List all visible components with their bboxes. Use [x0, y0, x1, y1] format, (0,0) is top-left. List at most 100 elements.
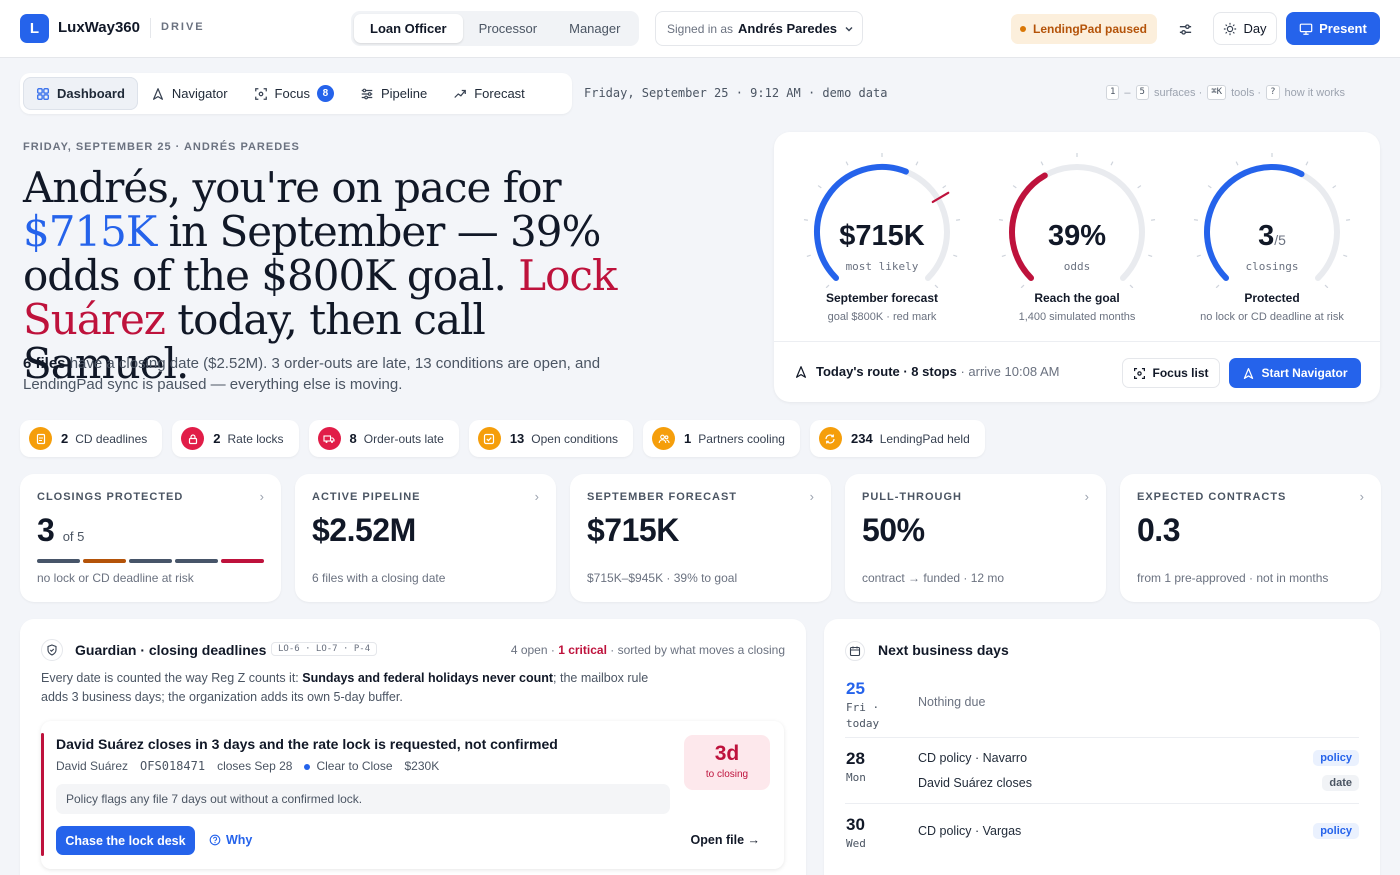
kpi-value: $715K	[587, 512, 679, 548]
chip-count: 1	[684, 431, 692, 446]
headline-amount: $715K	[23, 207, 157, 256]
role-loan-officer[interactable]: Loan Officer	[354, 14, 463, 43]
chip-label: LendingPad held	[879, 431, 970, 446]
start-navigator-label: Start Navigator	[1261, 366, 1348, 380]
key-cmd-k[interactable]: ⌘K	[1207, 85, 1227, 100]
gauge-tick	[1305, 161, 1309, 166]
kpi-label: CLOSINGS PROTECTED	[37, 491, 184, 503]
nav-navigator[interactable]: Navigator	[138, 77, 241, 110]
kpi-value: 50%	[862, 512, 925, 548]
role-processor[interactable]: Processor	[463, 14, 554, 43]
deadline-alert-card[interactable]: David Suárez closes in 3 days and the ra…	[41, 721, 784, 869]
day-event: Nothing due	[918, 695, 986, 709]
event-tag-date: date	[1322, 775, 1359, 791]
key-1: 1	[1106, 85, 1120, 100]
start-navigator-button[interactable]: Start Navigator	[1229, 358, 1361, 388]
nav-navigator-label: Navigator	[171, 86, 228, 101]
segment	[175, 559, 218, 563]
chip-count: 13	[509, 431, 525, 446]
segment	[83, 559, 126, 563]
chase-lock-desk-button[interactable]: Chase the lock desk	[56, 826, 195, 855]
kpi-pull-through[interactable]: PULL-THROUGH › 50% contract → funded · 1…	[845, 474, 1106, 602]
alert-meta: David Suárez OFS018471 closes Sep 28 Cle…	[56, 759, 439, 773]
present-button[interactable]: Present	[1286, 12, 1380, 45]
open-file-link[interactable]: Open file →	[691, 833, 760, 847]
nav-focus[interactable]: Focus 8	[241, 77, 347, 110]
nav-dashboard[interactable]: Dashboard	[23, 77, 138, 110]
trend-icon	[454, 89, 467, 98]
chip-cd-deadlines[interactable]: 2 CD deadlines	[20, 420, 163, 457]
monitor-icon	[1299, 23, 1313, 35]
gauge-tick	[845, 161, 849, 166]
lendingpad-status-badge[interactable]: LendingPad paused	[1011, 14, 1158, 44]
chevron-right-icon: ›	[809, 489, 814, 504]
gauge-tick	[1215, 284, 1220, 288]
key-5: 5	[1135, 85, 1149, 100]
day-event: CD policy · Vargas	[918, 824, 1022, 838]
kpi-closings-protected[interactable]: CLOSINGS PROTECTED › 3 of 5 no lock or C…	[20, 474, 281, 602]
gauge-forecast: $715K most likely September forecast goa…	[792, 148, 972, 343]
alert-title: David Suárez closes in 3 days and the ra…	[56, 736, 558, 752]
kpi-description: $715K–$945K · 39% to goal	[587, 571, 738, 585]
gauge-forecast-value: $715K	[839, 220, 925, 252]
current-date-line: Friday, September 25 · 9:12 AM · demo da…	[584, 86, 888, 100]
hero-summary: 6 files have a closing date ($2.52M). 3 …	[23, 353, 613, 395]
settings-sliders-button[interactable]	[1170, 14, 1200, 44]
role-manager[interactable]: Manager	[553, 14, 636, 43]
day-number: 30	[846, 815, 865, 834]
alert-stage: Clear to Close	[304, 759, 393, 773]
why-link[interactable]: Why	[209, 833, 252, 847]
key-range-dash: –	[1124, 86, 1131, 99]
guardian-panel: Guardian · closing deadlines LO-6 · LO-7…	[20, 619, 806, 875]
focus-icon	[1134, 367, 1146, 379]
sliders-icon	[361, 88, 373, 99]
kpi-active-pipeline[interactable]: ACTIVE PIPELINE › $2.52M 6 files with a …	[295, 474, 556, 602]
chip-order-outs-late[interactable]: 8 Order-outs late	[308, 420, 459, 457]
signed-in-dropdown[interactable]: Signed in as Andrés Paredes	[655, 11, 863, 46]
theme-day-button[interactable]: Day	[1213, 12, 1277, 45]
keyboard-hints: 1 – 5 surfaces · ⌘K tools · ? how it wor…	[1106, 85, 1345, 100]
alert-borrower: David Suárez	[56, 759, 129, 773]
how-it-works-link[interactable]: how it works	[1285, 87, 1346, 99]
kpi-description: from 1 pre-approved · not in months	[1137, 571, 1329, 585]
chip-lendingpad-held[interactable]: 234 LendingPad held	[809, 420, 985, 457]
chip-label: Rate locks	[227, 431, 284, 446]
nav-dashboard-label: Dashboard	[57, 86, 125, 101]
guardian-summary: 4 open · 1 critical · sorted by what mov…	[511, 643, 785, 657]
nav-forecast[interactable]: Forecast	[440, 77, 538, 110]
nav-pipeline[interactable]: Pipeline	[347, 77, 440, 110]
gauge-protected-unit: closings	[1245, 260, 1299, 273]
truck-icon	[317, 427, 341, 450]
kpi-expected-contracts[interactable]: EXPECTED CONTRACTS › 0.3 from 1 pre-appr…	[1120, 474, 1381, 602]
app-logo[interactable]: L	[20, 14, 49, 43]
surfaces-hint: surfaces ·	[1153, 86, 1203, 99]
gauge-protected: 3/5 closings Protected no lock or CD dea…	[1182, 148, 1362, 343]
gauge-tick	[1324, 284, 1329, 288]
chip-partners-cooling[interactable]: 1 Partners cooling	[643, 420, 800, 457]
chip-label: Order-outs late	[363, 431, 444, 446]
headline-part-1: Andrés, you're on pace for	[23, 163, 562, 212]
chip-open-conditions[interactable]: 13 Open conditions	[468, 420, 634, 457]
navigation-icon	[152, 87, 163, 100]
kpi-description: contract → funded · 12 mo	[862, 571, 1005, 585]
day-number: 28	[846, 749, 865, 768]
divider	[150, 18, 151, 38]
shield-icon	[41, 639, 63, 661]
key-question[interactable]: ?	[1266, 85, 1280, 100]
kpi-september-forecast[interactable]: SEPTEMBER FORECAST › $715K $715K–$945K ·…	[570, 474, 831, 602]
gauge-tick	[1129, 284, 1134, 288]
focus-list-button[interactable]: Focus list	[1122, 358, 1220, 388]
chip-rate-locks[interactable]: 2 Rate locks	[172, 420, 299, 457]
kpi-label: ACTIVE PIPELINE	[312, 491, 421, 503]
day-weekday: Fri · today	[846, 701, 880, 730]
chevron-right-icon: ›	[534, 489, 539, 504]
days-label: to closing	[705, 769, 749, 780]
segment	[37, 559, 80, 563]
segment	[221, 559, 264, 563]
checkbox-icon	[477, 427, 501, 450]
sliders-icon	[1179, 23, 1191, 35]
sun-icon	[1224, 22, 1237, 35]
gauge-forecast-unit: most likely	[845, 260, 919, 273]
days-to-closing-badge: 3d to closing	[684, 735, 770, 790]
guardian-critical-count: 1 critical	[558, 643, 607, 657]
